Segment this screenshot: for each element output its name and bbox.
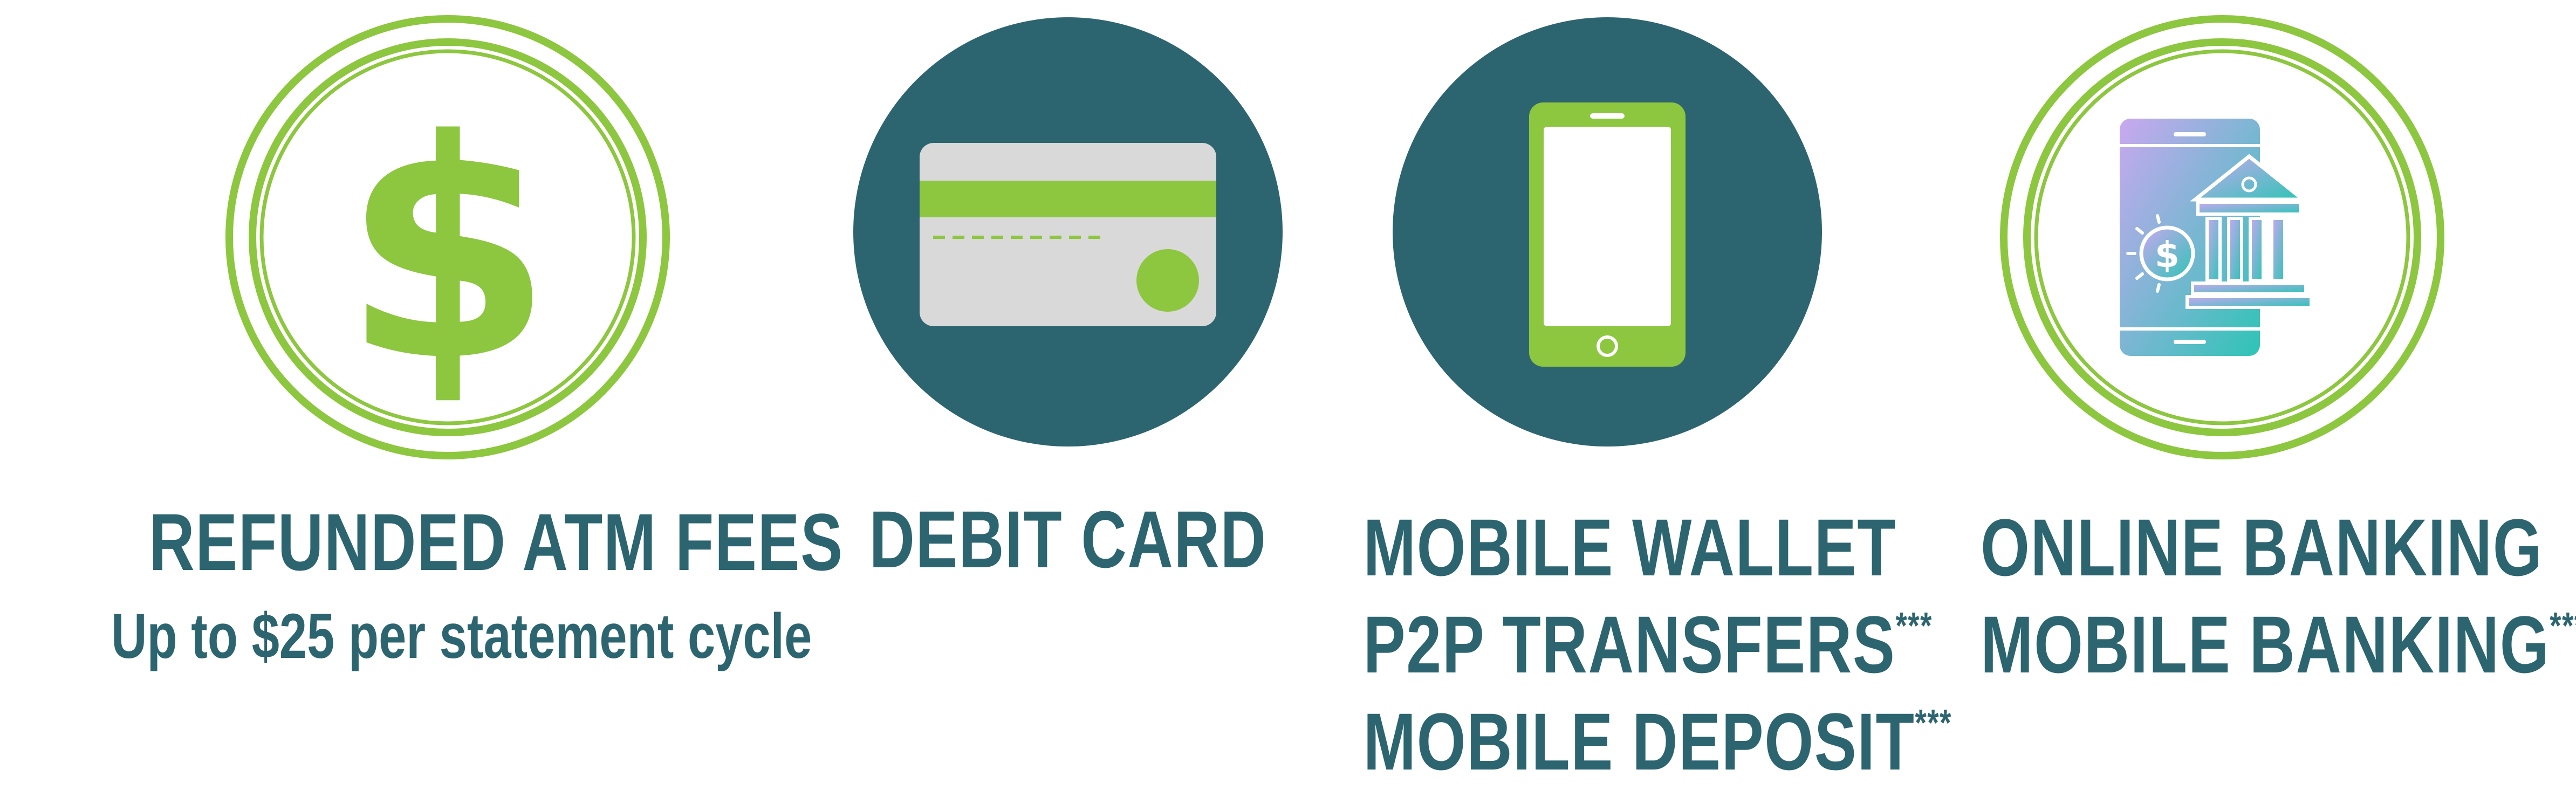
footnote-marker: *** <box>2550 604 2576 647</box>
atm-fees-title: REFUNDED ATM FEES <box>149 497 844 587</box>
p2p-transfers-label: P2P TRANSFERS *** <box>1363 599 1933 690</box>
feature-atm-fees-icon-wrap: $ <box>221 11 674 464</box>
debit-card-icon <box>853 17 1283 446</box>
feature-mobile-icon-wrap <box>1392 16 1823 448</box>
mobile-features-list: MOBILE WALLET P2P TRANSFERS *** MOBILE DE… <box>1363 499 1952 790</box>
smartphone-icon <box>1393 17 1822 446</box>
dollar-sign-icon: $ <box>225 15 670 459</box>
footnote-marker: *** <box>1915 702 1952 744</box>
feature-online-banking-icon-wrap: $ <box>1996 11 2449 464</box>
mobile-banking-label: MOBILE BANKING*** <box>1981 596 2576 693</box>
banking-features-list: ONLINE BANKING MOBILE BANKING*** <box>1981 499 2576 693</box>
mobile-deposit-label: MOBILE DEPOSIT *** <box>1363 696 1952 787</box>
svg-text:$: $ <box>2155 234 2180 276</box>
footnote-marker: *** <box>1895 604 1933 647</box>
online-banking-label: ONLINE BANKING <box>1981 502 2543 593</box>
online-bank-icon: $ <box>2000 15 2444 459</box>
svg-text:$: $ <box>342 76 553 428</box>
mobile-wallet-label: MOBILE WALLET <box>1363 502 1897 593</box>
feature-debit-card-icon-wrap <box>852 16 1284 448</box>
atm-fees-subtitle: Up to $25 per statement cycle <box>111 601 812 672</box>
debit-card-title: DEBIT CARD <box>869 494 1267 585</box>
